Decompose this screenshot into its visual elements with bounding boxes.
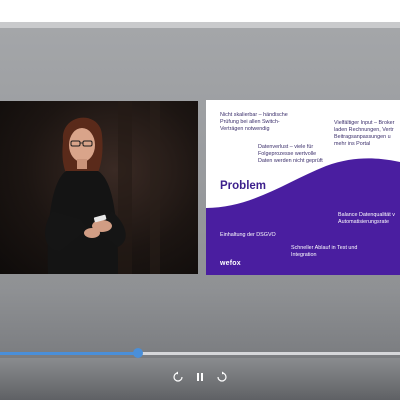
speaker-video — [0, 101, 198, 274]
slide-text-middle: Datenverlust – viele für Folgeprozesse w… — [258, 144, 323, 164]
slide-text-top-left: Nicht skalierbar – händische Prüfung bei… — [220, 112, 288, 132]
slide-text-bottom-center: Schneller Ablauf in Test und Integration — [291, 245, 358, 258]
presentation-slide: Nicht skalierbar – händische Prüfung bei… — [206, 100, 400, 275]
speaker-image — [45, 101, 160, 274]
rewind-10-icon[interactable] — [172, 371, 184, 383]
slide-text-bottom-left: Einhaltung der DSGVO — [220, 232, 276, 238]
pause-icon[interactable] — [194, 371, 206, 383]
wefox-logo: wefox — [220, 260, 241, 267]
top-bar — [0, 0, 400, 22]
progress-fill — [0, 352, 138, 355]
forward-10-icon[interactable] — [216, 371, 228, 383]
slide-text-bottom-right: Balance Datenqualität v Automatisierungs… — [338, 212, 395, 225]
slide-text-top-right: Vielfältiger Input – Broker laden Rechnu… — [334, 120, 395, 147]
progress-scrubber[interactable] — [133, 348, 143, 358]
slide-title: Problem — [220, 180, 267, 192]
